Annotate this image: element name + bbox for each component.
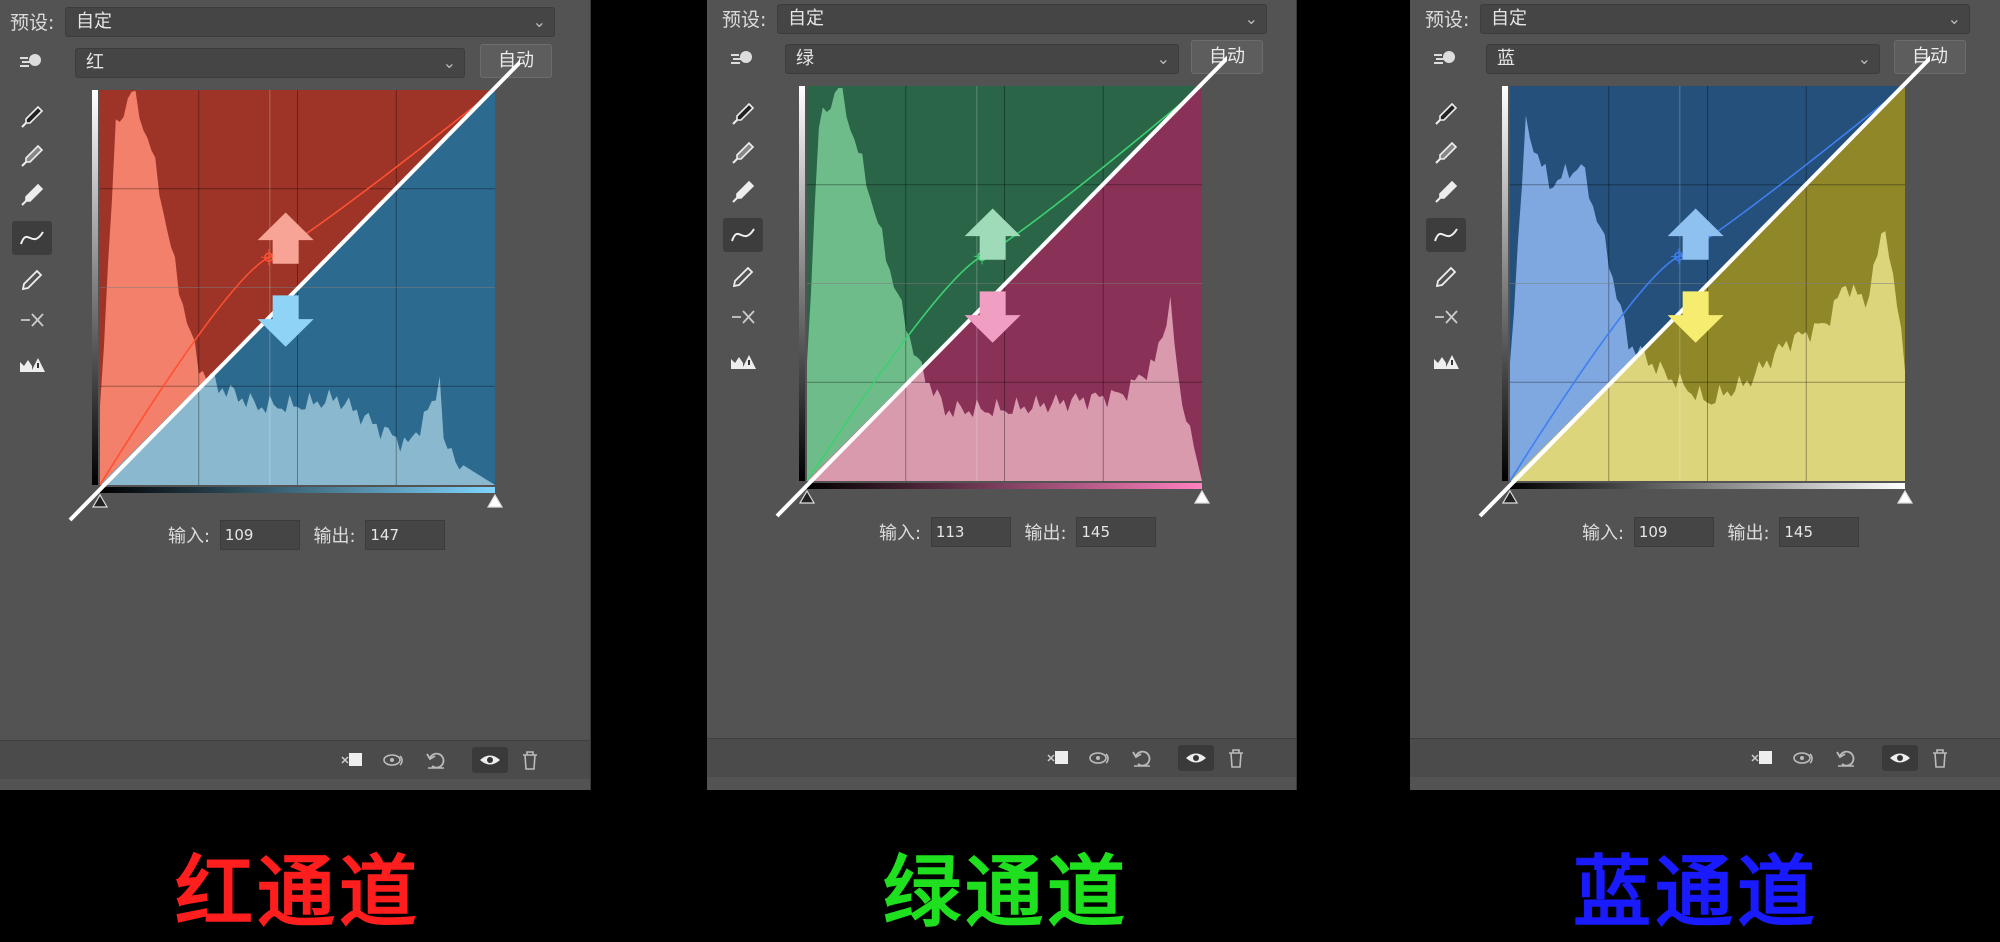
visibility-eye-icon[interactable] bbox=[1178, 745, 1214, 771]
input-gradient-bar bbox=[1510, 483, 1905, 489]
input-label: 输入: bbox=[168, 526, 211, 547]
pencil-icon[interactable] bbox=[1426, 260, 1466, 294]
input-label: 输入: bbox=[879, 523, 922, 544]
white-point-slider[interactable] bbox=[1896, 489, 1914, 504]
output-label: 输出: bbox=[313, 526, 356, 547]
caption-green: 绿通道 bbox=[883, 848, 1130, 938]
white-eyedropper-icon[interactable] bbox=[723, 175, 763, 209]
visibility-eye-icon[interactable] bbox=[1882, 745, 1918, 771]
reset-icon[interactable] bbox=[422, 747, 450, 773]
preset-value: 自定 bbox=[1491, 8, 1527, 29]
curves-graph[interactable] bbox=[60, 40, 520, 540]
curves-panel-blue: 预设: 自定 ⌄ 蓝 ⌄ 自动 输入: 109 输出: 145 bbox=[1410, 0, 2000, 790]
clipping-warning-icon[interactable] bbox=[1426, 344, 1466, 378]
chevron-down-icon: ⌄ bbox=[532, 12, 546, 31]
clip-to-layer-icon[interactable] bbox=[338, 747, 366, 773]
preset-dropdown[interactable]: 自定 ⌄ bbox=[1480, 4, 1970, 34]
input-output-row: 输入: 109 输出: 147 bbox=[168, 520, 453, 550]
input-output-row: 输入: 109 输出: 145 bbox=[1582, 517, 1867, 547]
trash-icon[interactable] bbox=[516, 747, 544, 773]
curves-graph[interactable] bbox=[1470, 36, 1930, 536]
smooth-curve-icon[interactable] bbox=[1426, 300, 1466, 334]
reset-icon[interactable] bbox=[1832, 745, 1860, 771]
output-field[interactable]: 145 bbox=[1779, 517, 1860, 547]
bottom-bar bbox=[0, 740, 590, 779]
black-eyedropper-icon[interactable] bbox=[12, 100, 52, 134]
input-label: 输入: bbox=[1582, 523, 1625, 544]
input-output-row: 输入: 113 输出: 145 bbox=[879, 517, 1164, 547]
visibility-eye-icon[interactable] bbox=[472, 747, 508, 773]
black-eyedropper-icon[interactable] bbox=[723, 97, 763, 131]
white-eyedropper-icon[interactable] bbox=[1426, 175, 1466, 209]
clip-to-layer-icon[interactable] bbox=[1044, 745, 1072, 771]
output-label: 输出: bbox=[1024, 523, 1067, 544]
toolbar bbox=[12, 45, 52, 375]
white-point-slider[interactable] bbox=[1193, 489, 1211, 504]
curves-panel-green: 预设: 自定 ⌄ 绿 ⌄ 自动 输入: 113 输出: 145 bbox=[707, 0, 1297, 790]
preset-label: 预设: bbox=[10, 12, 55, 34]
curve-edit-icon[interactable] bbox=[12, 221, 52, 255]
gray-eyedropper-icon[interactable] bbox=[12, 139, 52, 173]
reset-icon[interactable] bbox=[1128, 745, 1156, 771]
pencil-icon[interactable] bbox=[723, 260, 763, 294]
clip-to-layer-icon[interactable] bbox=[1748, 745, 1776, 771]
trash-icon[interactable] bbox=[1926, 745, 1954, 771]
output-field[interactable]: 147 bbox=[365, 520, 446, 550]
smooth-curve-icon[interactable] bbox=[12, 303, 52, 337]
output-field[interactable]: 145 bbox=[1076, 517, 1157, 547]
bottom-bar bbox=[707, 738, 1296, 777]
input-field[interactable]: 109 bbox=[1633, 517, 1714, 547]
output-gradient-bar bbox=[1502, 86, 1508, 481]
view-previous-state-icon[interactable] bbox=[380, 747, 408, 773]
preset-label: 预设: bbox=[722, 9, 767, 31]
input-gradient-bar bbox=[807, 483, 1202, 489]
toolbar bbox=[1426, 42, 1466, 372]
preset-value: 自定 bbox=[76, 11, 112, 32]
curve-edit-icon[interactable] bbox=[723, 218, 763, 252]
trash-icon[interactable] bbox=[1222, 745, 1250, 771]
clipping-warning-icon[interactable] bbox=[12, 347, 52, 381]
clipping-warning-icon[interactable] bbox=[723, 344, 763, 378]
chevron-down-icon: ⌄ bbox=[1244, 9, 1258, 28]
input-gradient-bar bbox=[100, 487, 495, 493]
on-image-adjust-icon[interactable] bbox=[12, 45, 52, 79]
gray-eyedropper-icon[interactable] bbox=[723, 136, 763, 170]
bottom-bar bbox=[1410, 738, 2000, 777]
output-label: 输出: bbox=[1727, 523, 1770, 544]
view-previous-state-icon[interactable] bbox=[1790, 745, 1818, 771]
white-point-slider[interactable] bbox=[486, 493, 504, 508]
output-gradient-bar bbox=[92, 90, 98, 485]
input-field[interactable]: 113 bbox=[930, 517, 1011, 547]
on-image-adjust-icon[interactable] bbox=[723, 42, 763, 76]
chevron-down-icon: ⌄ bbox=[1947, 9, 1961, 28]
view-previous-state-icon[interactable] bbox=[1086, 745, 1114, 771]
on-image-adjust-icon[interactable] bbox=[1426, 42, 1466, 76]
toolbar bbox=[723, 42, 763, 372]
gray-eyedropper-icon[interactable] bbox=[1426, 136, 1466, 170]
white-eyedropper-icon[interactable] bbox=[12, 178, 52, 212]
curve-edit-icon[interactable] bbox=[1426, 218, 1466, 252]
caption-red: 红通道 bbox=[175, 848, 422, 938]
input-field[interactable]: 109 bbox=[219, 520, 300, 550]
preset-dropdown[interactable]: 自定 ⌄ bbox=[65, 7, 555, 37]
pencil-icon[interactable] bbox=[12, 263, 52, 297]
preset-dropdown[interactable]: 自定 ⌄ bbox=[777, 4, 1267, 34]
black-eyedropper-icon[interactable] bbox=[1426, 97, 1466, 131]
preset-value: 自定 bbox=[788, 8, 824, 29]
output-gradient-bar bbox=[799, 86, 805, 481]
smooth-curve-icon[interactable] bbox=[723, 300, 763, 334]
curves-graph[interactable] bbox=[767, 36, 1227, 536]
preset-label: 预设: bbox=[1425, 9, 1470, 31]
caption-blue: 蓝通道 bbox=[1573, 848, 1820, 938]
curves-panel-red: 预设: 自定 ⌄ 红 ⌄ 自动 输入: 109 输出: 147 bbox=[0, 0, 591, 790]
